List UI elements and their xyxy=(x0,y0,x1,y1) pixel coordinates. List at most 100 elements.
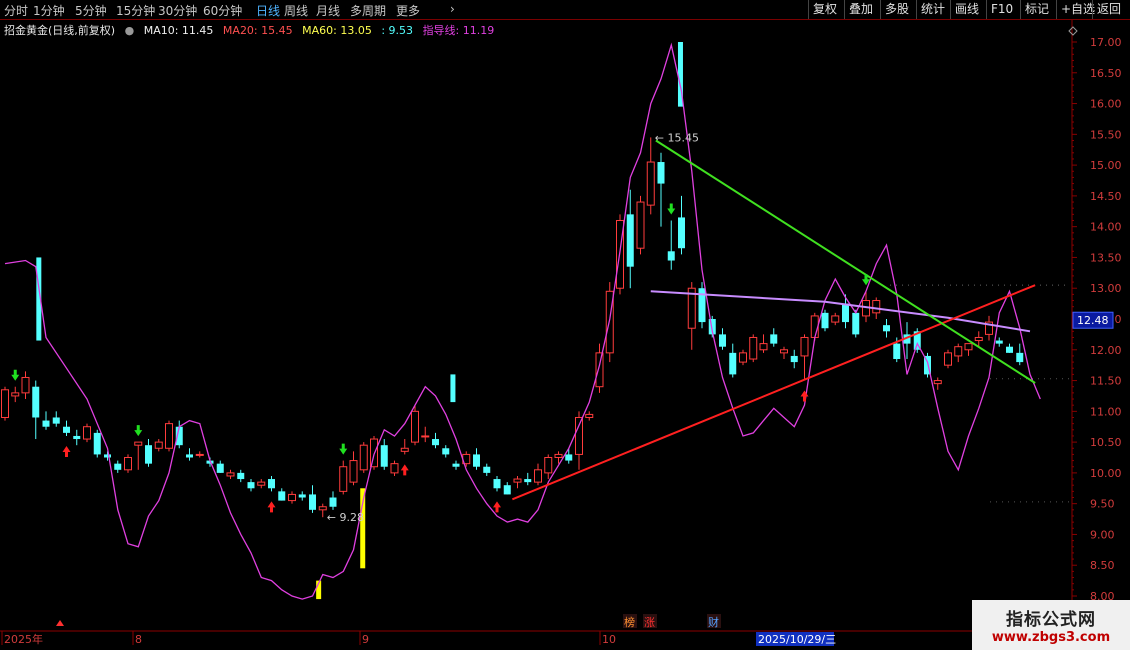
candle-body-up xyxy=(944,352,952,366)
candle-body-up xyxy=(544,457,553,474)
candle-body-down xyxy=(32,386,40,418)
candle-body-down xyxy=(729,352,737,375)
legend-stock-name: 招金黄金(日线,前复权) xyxy=(4,24,116,37)
x-tick-label: 2025年 xyxy=(4,632,43,646)
candle-body-down xyxy=(790,355,798,363)
candle-body-up xyxy=(339,466,348,492)
candle-body-up xyxy=(411,410,419,443)
y-tick-label: 9.50 xyxy=(1090,498,1115,511)
candle-body-down xyxy=(657,162,665,184)
y-tick-label: 15.50 xyxy=(1090,128,1122,141)
candle-body-up xyxy=(513,478,522,483)
candle-body-up xyxy=(124,457,132,471)
price-grid xyxy=(0,20,1130,632)
candle-body-up xyxy=(226,472,235,477)
current-price-label: 12.48 xyxy=(1077,314,1109,327)
candle-body-down xyxy=(247,482,255,489)
candle-body-down xyxy=(73,435,81,440)
y-tick-label: 13.00 xyxy=(1090,282,1122,295)
candle-body-down xyxy=(483,466,491,473)
buy-signal-arrow-icon xyxy=(800,390,809,402)
candle-body-down xyxy=(186,454,193,458)
candle-body-up xyxy=(21,376,30,394)
watermark-url: www.zbgs3.com xyxy=(991,630,1111,645)
candle-body-up xyxy=(359,444,368,471)
candle-body-down xyxy=(237,472,245,480)
timeframe-tab-4[interactable]: 30分钟 xyxy=(158,2,197,19)
toolbar-button-0[interactable]: 复权 xyxy=(808,0,841,19)
candle-body-up xyxy=(257,481,266,486)
candle-body-down xyxy=(432,439,439,446)
sell-signal-arrow-icon xyxy=(134,425,143,437)
y-tick-label: 14.00 xyxy=(1090,221,1122,234)
candle-body-down xyxy=(114,463,122,470)
toolbar-button-3[interactable]: 统计 xyxy=(916,0,949,19)
candle-body-down xyxy=(626,214,634,267)
candle-body-down xyxy=(493,479,501,489)
candle-body-up xyxy=(83,426,91,440)
toolbar-button-1[interactable]: 叠加 xyxy=(844,0,877,19)
timeframe-tab-7[interactable]: 周线 xyxy=(284,2,308,19)
timeframe-tab-1[interactable]: 1分钟 xyxy=(33,2,65,19)
candle-body-up xyxy=(595,352,604,388)
price-annotation: ← 15.45 xyxy=(655,131,699,144)
y-tick-label: 10.50 xyxy=(1090,436,1122,449)
candle-body-down xyxy=(380,445,388,467)
candle-body-up xyxy=(974,336,983,342)
candle-body-down xyxy=(93,432,101,455)
candle-body-down xyxy=(452,463,460,467)
timeframe-tab-2[interactable]: 5分钟 xyxy=(75,2,107,19)
candle-body-up xyxy=(575,416,583,455)
guide-line xyxy=(4,42,1041,600)
candle-body-down xyxy=(104,454,111,458)
buy-signal-arrow-icon xyxy=(400,464,409,476)
toolbar-button-6[interactable]: 标记 xyxy=(1020,0,1053,19)
toolbar-button-2[interactable]: 多股 xyxy=(880,0,913,19)
timeframe-tab-5[interactable]: 60分钟 xyxy=(203,2,242,19)
timeframe-tab-9[interactable]: 多周期 xyxy=(350,2,386,19)
toolbar-button-8[interactable]: 返回 xyxy=(1092,0,1125,19)
y-tick-label: 8.50 xyxy=(1090,559,1115,572)
candle-body-down xyxy=(770,334,778,344)
buy-signal-arrow-icon xyxy=(493,501,501,513)
candle-body-up xyxy=(933,380,942,385)
candle-body-down xyxy=(298,494,306,498)
timeframe-tab-0[interactable]: 分时 xyxy=(4,2,28,19)
candle-body-up xyxy=(534,469,542,483)
y-tick-label: 15.00 xyxy=(1090,159,1122,172)
candle-body-up xyxy=(400,447,409,452)
candle-body-up xyxy=(759,343,768,351)
candle-body-down xyxy=(216,463,224,473)
candle-body-up xyxy=(154,441,163,449)
y-tick-label: 17.00 xyxy=(1090,36,1122,49)
candle-body-up xyxy=(954,346,963,357)
candle-body-down xyxy=(329,497,337,507)
candle-body-down xyxy=(42,420,50,427)
candle-body-down xyxy=(842,303,849,323)
toolbar-button-4[interactable]: 画线 xyxy=(950,0,983,19)
candle-body-down xyxy=(1016,352,1024,363)
timeframe-tab-6[interactable]: 日线 xyxy=(256,2,280,19)
toolbar-button-5[interactable]: F10 xyxy=(986,0,1017,19)
chevron-right-icon[interactable]: › xyxy=(450,2,455,16)
sell-signal-arrow-icon xyxy=(11,369,20,381)
candle-body-down xyxy=(719,334,726,347)
candle-body-up xyxy=(554,453,563,458)
candle-body-up xyxy=(800,336,809,357)
candle-body-down xyxy=(524,479,532,483)
timeframe-tab-10[interactable]: 更多 xyxy=(396,2,420,19)
buy-signal-arrow-icon xyxy=(62,445,71,457)
timeframe-tab-3[interactable]: 15分钟 xyxy=(116,2,155,19)
date-highlight-label: 2025/10/29/三 xyxy=(758,633,836,646)
x-tick-label: 10 xyxy=(602,633,616,646)
candle-body-up xyxy=(1,389,9,418)
candle-body-up xyxy=(195,453,204,456)
candle-body-up xyxy=(964,343,973,351)
candle-body-down xyxy=(667,251,675,261)
timeframe-tab-8[interactable]: 月线 xyxy=(316,2,340,19)
x-tick-label: 8 xyxy=(135,633,142,646)
indicator-legend: 招金黄金(日线,前复权) ● MA10: 11.45 MA20: 15.45 M… xyxy=(4,22,500,38)
settings-icon[interactable]: ● xyxy=(125,24,135,37)
event-marker: 财 xyxy=(708,615,719,629)
candle-body-up xyxy=(349,460,358,483)
